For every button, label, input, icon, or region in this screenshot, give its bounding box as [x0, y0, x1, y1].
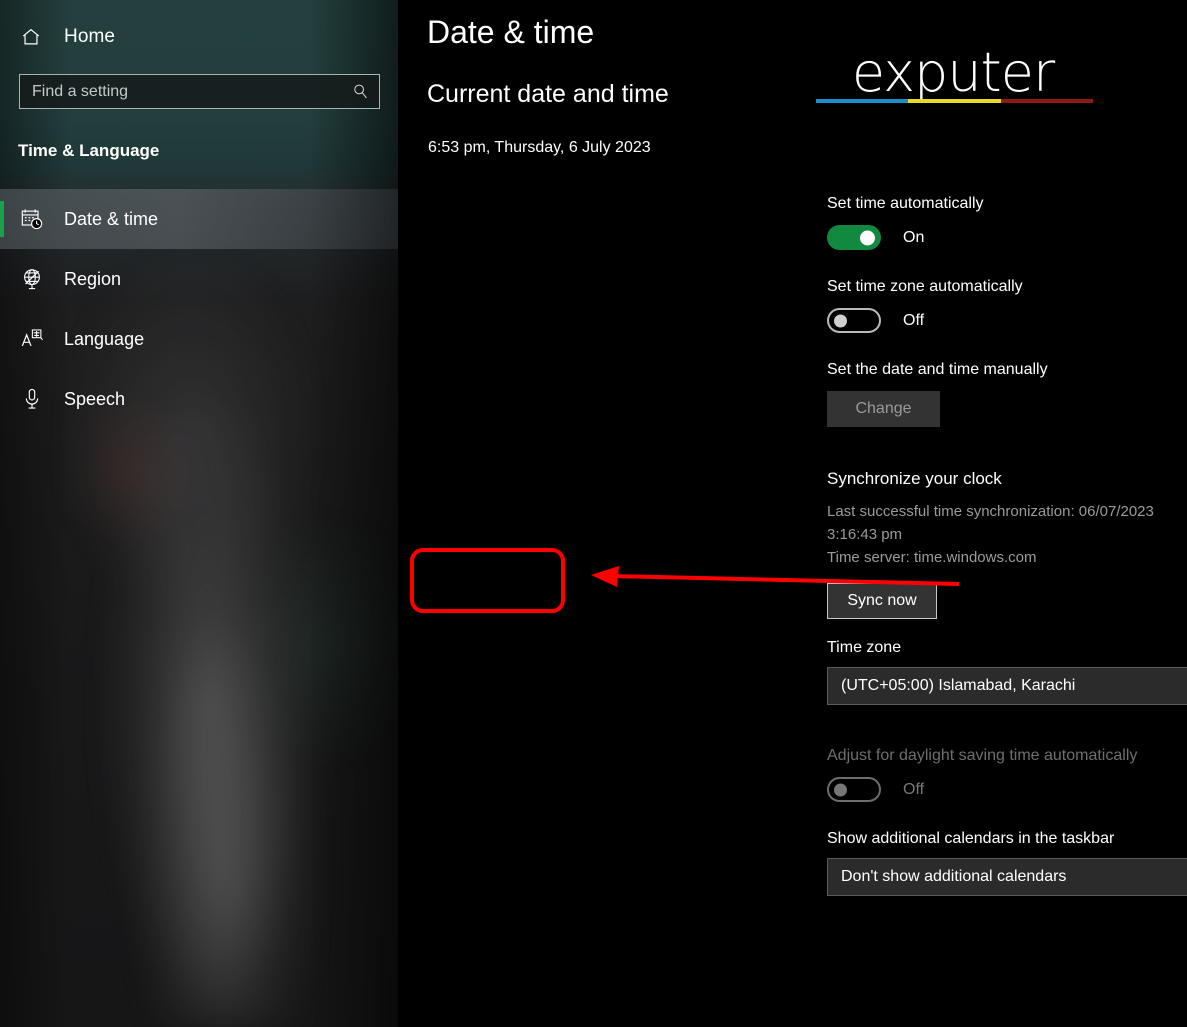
sync-now-button[interactable]: Sync now [827, 583, 937, 619]
set-timezone-automatically-toggle[interactable] [827, 308, 881, 333]
settings-window: Home Time & Language [0, 0, 1187, 1027]
settings-sidebar: Home Time & Language [0, 0, 398, 1027]
synchronize-clock-heading: Synchronize your clock [827, 469, 1002, 488]
exputer-logo-text: exputer [851, 41, 1055, 104]
time-server-text: Time server: time.windows.com [827, 549, 1037, 566]
sidebar-section-title: Time & Language [18, 141, 160, 160]
set-manually-label: Set the date and time manually [827, 361, 1048, 378]
additional-calendars-selected-value: Don't show additional calendars [841, 868, 1067, 885]
search-icon[interactable] [345, 76, 375, 107]
language-icon [18, 325, 46, 353]
sidebar-item-region[interactable]: Region [0, 249, 398, 309]
time-zone-dropdown[interactable]: (UTC+05:00) Islamabad, Karachi [827, 667, 1187, 705]
set-timezone-automatically-label: Set time zone automatically [827, 278, 1023, 295]
logo-bar-yellow [908, 99, 1001, 103]
set-time-automatically-group: Set time automatically On [827, 195, 984, 250]
additional-calendars-label: Show additional calendars in the taskbar [827, 830, 1115, 847]
set-manually-group: Set the date and time manually Change [827, 361, 1048, 427]
set-time-automatically-state: On [903, 228, 925, 246]
daylight-saving-group: Adjust for daylight saving time automati… [827, 747, 1137, 802]
set-time-automatically-toggle[interactable] [827, 225, 881, 250]
search-box[interactable] [19, 74, 380, 109]
last-sync-info: Last successful time synchronization: 06… [827, 500, 1187, 569]
daylight-saving-state: Off [903, 780, 925, 798]
time-zone-selected-value: (UTC+05:00) Islamabad, Karachi [841, 677, 1076, 694]
exputer-logo-bar [816, 99, 1093, 103]
logo-bar-blue [816, 99, 909, 103]
time-zone-label: Time zone [827, 639, 902, 656]
globe-icon [18, 265, 46, 293]
sidebar-item-language[interactable]: Language [0, 309, 398, 369]
home-icon [18, 24, 44, 50]
daylight-saving-toggle [827, 777, 881, 802]
settings-main-pane: Date & time Current date and time 6:53 p… [398, 0, 1187, 1027]
daylight-saving-row: Off [827, 777, 1137, 802]
sidebar-item-label: Date & time [64, 208, 159, 229]
set-timezone-automatically-group: Set time zone automatically Off [827, 278, 1023, 333]
synchronize-clock-group: Synchronize your clock Last successful t… [827, 469, 1187, 619]
sidebar-nav-list: Date & time Region Language Speech [0, 189, 398, 429]
current-date-time-value: 6:53 pm, Thursday, 6 July 2023 [428, 139, 651, 156]
sidebar-item-date-time[interactable]: Date & time [0, 189, 398, 249]
set-timezone-automatically-state: Off [903, 311, 925, 329]
last-sync-text: Last successful time synchronization: 06… [827, 503, 1154, 543]
toggle-knob [834, 314, 847, 327]
toggle-knob [860, 230, 875, 245]
sidebar-item-speech[interactable]: Speech [0, 369, 398, 429]
sidebar-item-label: Language [64, 328, 145, 349]
exputer-logo: exputer [813, 46, 1093, 108]
search-input[interactable] [20, 82, 345, 101]
change-button[interactable]: Change [827, 391, 940, 427]
sidebar-item-home[interactable]: Home [0, 14, 398, 60]
logo-bar-red [1000, 99, 1093, 103]
set-time-automatically-row: On [827, 225, 984, 250]
sidebar-home-label: Home [64, 26, 116, 47]
toggle-knob [834, 783, 847, 796]
sidebar-item-label: Region [64, 268, 122, 289]
sidebar-item-label: Speech [64, 388, 126, 409]
set-time-automatically-label: Set time automatically [827, 195, 984, 212]
set-timezone-automatically-row: Off [827, 308, 1023, 333]
page-title: Date & time [427, 14, 595, 50]
microphone-icon [18, 385, 46, 413]
current-date-time-heading: Current date and time [427, 80, 669, 108]
additional-calendars-group: Show additional calendars in the taskbar… [827, 830, 1187, 896]
additional-calendars-dropdown[interactable]: Don't show additional calendars [827, 858, 1187, 896]
time-zone-group: Time zone (UTC+05:00) Islamabad, Karachi [827, 639, 1187, 705]
calendar-clock-icon [18, 205, 46, 233]
daylight-saving-label: Adjust for daylight saving time automati… [827, 747, 1138, 764]
